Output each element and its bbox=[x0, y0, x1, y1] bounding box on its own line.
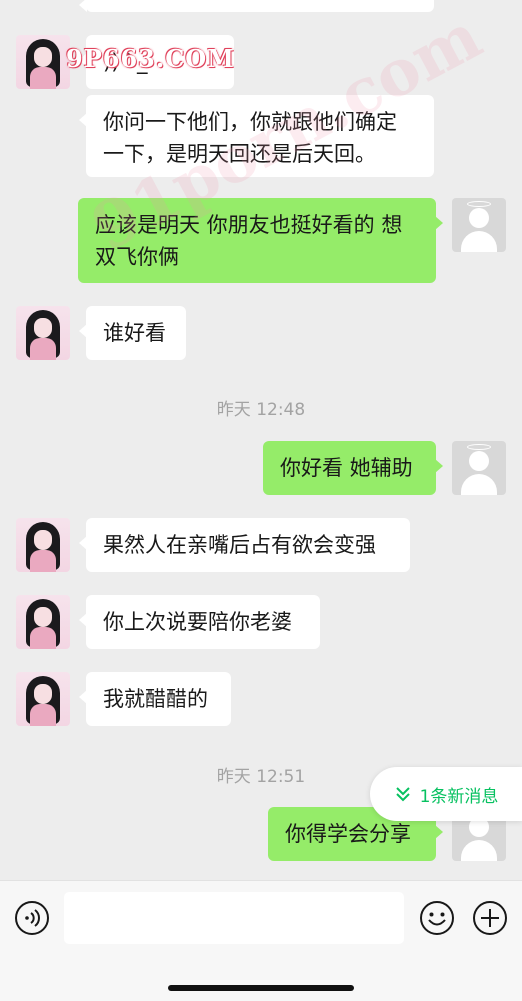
home-indicator[interactable] bbox=[168, 985, 354, 991]
voice-button[interactable] bbox=[14, 900, 50, 936]
contact-avatar[interactable] bbox=[16, 35, 70, 89]
message-bubble[interactable]: 果然人在亲嘴后占有欲会变强 bbox=[79, 518, 410, 572]
double-chevron-down-icon bbox=[395, 787, 410, 802]
my-avatar[interactable] bbox=[452, 198, 506, 252]
message-bubble[interactable]: 我就醋醋的 bbox=[79, 672, 231, 726]
message-bubble[interactable]: 你上次说要陪你老婆 bbox=[79, 595, 320, 649]
watermark-text: 9P663.COM bbox=[66, 44, 235, 73]
my-avatar[interactable] bbox=[452, 441, 506, 495]
emoji-icon bbox=[420, 901, 454, 935]
plus-icon bbox=[473, 901, 507, 935]
message-input[interactable] bbox=[64, 892, 404, 944]
new-message-pill[interactable]: 1条新消息 bbox=[370, 767, 522, 821]
contact-avatar[interactable] bbox=[16, 672, 70, 726]
message-bubble[interactable]: 谁好看 bbox=[79, 306, 186, 360]
voice-icon bbox=[15, 901, 49, 935]
add-button[interactable] bbox=[472, 900, 508, 936]
message-bubble-partial[interactable] bbox=[79, 0, 434, 12]
input-toolbar bbox=[0, 880, 522, 1001]
message-bubble-me[interactable]: 你好看 她辅助 bbox=[263, 441, 443, 495]
new-message-label: 1条新消息 bbox=[419, 786, 499, 807]
chat-message-list[interactable]: ))^_ 9P663.COM 你问一下他们，你就跟他们确定一下，是明天回还是后天… bbox=[0, 0, 522, 880]
contact-avatar[interactable] bbox=[16, 595, 70, 649]
timestamp: 昨天 12:48 bbox=[216, 400, 306, 420]
contact-avatar[interactable] bbox=[16, 518, 70, 572]
contact-avatar[interactable] bbox=[16, 306, 70, 360]
emoji-button[interactable] bbox=[419, 900, 455, 936]
